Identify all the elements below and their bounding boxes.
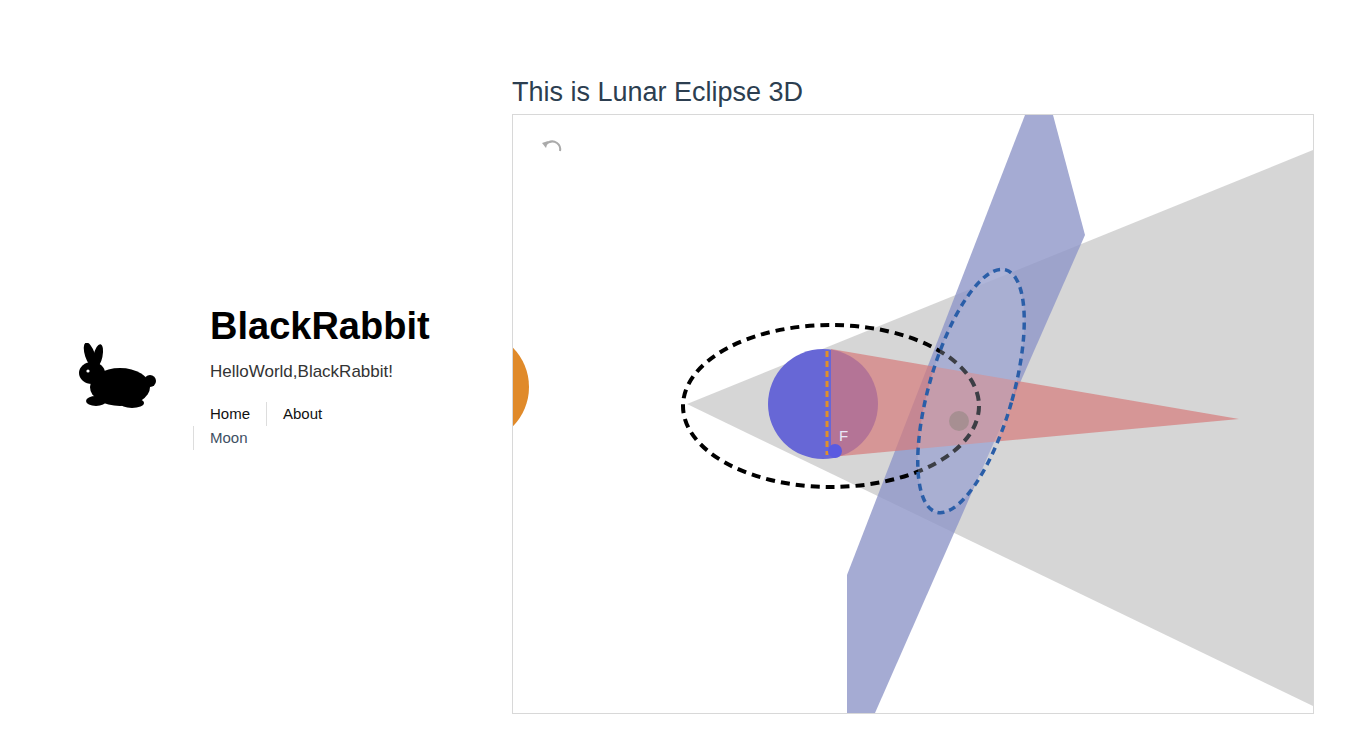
applet-3d[interactable]: F — [512, 114, 1314, 714]
terminator-line — [826, 351, 829, 455]
page-heading: This is Lunar Eclipse 3D — [512, 74, 1347, 110]
moon-sphere — [949, 411, 969, 431]
nav: HomeAboutMoon — [193, 402, 358, 450]
sun-sphere — [513, 331, 529, 443]
nav-item[interactable]: About — [266, 402, 338, 426]
eclipse-scene[interactable]: F — [513, 115, 1313, 713]
undo-icon[interactable] — [542, 141, 560, 151]
brand: BlackRabbit HelloWorld,BlackRabbit! HomeAb… — [74, 302, 430, 449]
site-title[interactable]: BlackRabbit — [210, 302, 430, 351]
point-f[interactable] — [828, 444, 842, 458]
nav-item[interactable]: Moon — [193, 426, 264, 450]
page: BlackRabbit HelloWorld,BlackRabbit! HomeAb… — [0, 0, 1347, 752]
brand-text: BlackRabbitHelloWorld,BlackRabbit!HomeAb… — [210, 302, 430, 449]
content: This is Lunar Eclipse 3D F — [512, 0, 1347, 752]
rabbit-icon[interactable] — [74, 343, 156, 409]
point-label: F — [839, 427, 848, 444]
nav-item[interactable]: Home — [193, 402, 266, 426]
sidebar: BlackRabbit HelloWorld,BlackRabbit! HomeAb… — [0, 0, 512, 752]
site-subtitle: HelloWorld,BlackRabbit! — [210, 362, 430, 382]
umbra-cone — [831, 349, 1239, 457]
section-ellipse — [896, 258, 1046, 523]
